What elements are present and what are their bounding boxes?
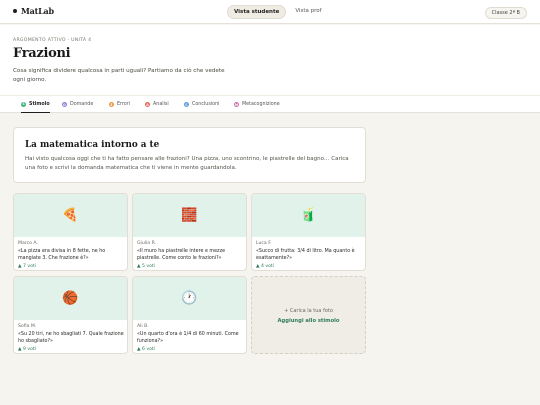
card-question: «Su 20 tiri, ne ho sbagliati 7. Quale fr… xyxy=(18,332,124,344)
upload-photo-card[interactable]: + Carica la tua foto Aggiungi allo stimo… xyxy=(251,276,366,354)
tab-metacognizione[interactable]: M Metacognizione xyxy=(234,96,280,113)
intro-text: Hai visto qualcosa oggi che ti ha fatto … xyxy=(25,156,349,171)
phase-tabs: S Stimolo D Domande E Errori A Analisi C… xyxy=(0,95,540,113)
pizza-icon: 🍕 xyxy=(14,194,127,237)
card-question: «La pizza era divisa in 8 fette, ne ho m… xyxy=(18,249,106,261)
class-selector[interactable]: Classe 2ª B xyxy=(484,7,527,19)
stimulus-grid: 🍕 Marco A. «La pizza era divisa in 8 fet… xyxy=(13,193,367,355)
tab-domande-dot-icon: D xyxy=(62,102,67,107)
brand-name: MatLab xyxy=(21,6,54,16)
page-description: Cosa significa dividere qualcosa in part… xyxy=(13,68,225,83)
top-bar: MatLab Vista studente Vista prof Classe … xyxy=(0,0,540,24)
tab-domande[interactable]: D Domande xyxy=(62,96,93,113)
unit-eyebrow: ARGOMENTO ATTIVO · UNITÀ 4 xyxy=(13,38,92,43)
card-question: «Succo di frutta: 3/4 di litro. Ma quant… xyxy=(256,249,355,261)
teacher-view-button[interactable]: Vista prof xyxy=(289,5,327,19)
intro-card: La matematica intorno a te Hai visto qua… xyxy=(13,127,366,183)
tab-label: Domande xyxy=(70,102,94,107)
card-author: Giulia R. xyxy=(137,241,157,246)
bricks-icon: 🧱 xyxy=(133,194,246,237)
tab-errori[interactable]: E Errori xyxy=(109,96,130,113)
vote-button[interactable]: ▲ 4 voti xyxy=(256,264,274,269)
tab-stimolo-dot-icon: S xyxy=(21,101,26,107)
tab-conclusioni-dot-icon: C xyxy=(184,102,189,107)
vote-button[interactable]: ▲ 7 voti xyxy=(18,264,36,269)
stimulus-card[interactable]: 🕐 Ali B. «Un quarto d'ora è 1/4 di 60 mi… xyxy=(132,276,247,354)
stimulus-card[interactable]: 🧱 Giulia R. «Il muro ha piastrelle inter… xyxy=(132,193,247,271)
tab-label: Conclusioni xyxy=(192,102,220,107)
card-author: Marco A. xyxy=(18,241,38,246)
tab-label: Stimolo xyxy=(29,101,50,107)
stimulus-card[interactable]: 🧃 Luca F. «Succo di frutta: 3/4 di litro… xyxy=(251,193,366,271)
upload-hint: + Carica la tua foto xyxy=(284,308,333,314)
tab-metacognizione-dot-icon: M xyxy=(234,102,239,107)
card-author: Ali B. xyxy=(137,324,149,329)
intro-title: La matematica intorno a te xyxy=(25,140,160,150)
page-title: Frazioni xyxy=(13,46,71,61)
tab-stimolo[interactable]: S Stimolo xyxy=(21,96,50,113)
tab-label: Metacognizione xyxy=(242,102,280,107)
card-author: Luca F. xyxy=(256,241,272,246)
card-question: «Un quarto d'ora è 1/4 di 60 minuti. Com… xyxy=(137,332,239,344)
tab-errori-dot-icon: E xyxy=(109,102,114,107)
vote-button[interactable]: ▲ 5 voti xyxy=(137,264,155,269)
vote-button[interactable]: ▲ 6 voti xyxy=(137,347,155,352)
brand-logo-icon xyxy=(13,9,17,13)
clock-icon: 🕐 xyxy=(133,277,246,320)
juice-box-icon: 🧃 xyxy=(252,194,365,237)
tab-label: Analisi xyxy=(153,102,169,107)
brand[interactable]: MatLab xyxy=(13,6,54,16)
tab-analisi[interactable]: A Analisi xyxy=(145,96,169,113)
stimulus-card[interactable]: 🍕 Marco A. «La pizza era divisa in 8 fet… xyxy=(13,193,128,271)
view-toggle: Vista studente Vista prof xyxy=(227,5,328,19)
tab-analisi-dot-icon: A xyxy=(145,102,150,107)
student-view-button[interactable]: Vista studente xyxy=(227,5,287,19)
vote-button[interactable]: ▲ 9 voti xyxy=(18,347,36,352)
tab-conclusioni[interactable]: C Conclusioni xyxy=(184,96,219,113)
stimulus-card[interactable]: 🏀 Sofia M. «Su 20 tiri, ne ho sbagliati … xyxy=(13,276,128,354)
page-header: ARGOMENTO ATTIVO · UNITÀ 4 Frazioni Cosa… xyxy=(0,25,540,95)
card-question: «Il muro ha piastrelle intere e mezze pi… xyxy=(137,249,226,261)
add-to-stimulus-link[interactable]: Aggiungi allo stimolo xyxy=(252,318,365,324)
card-author: Sofia M. xyxy=(18,324,37,329)
basketball-icon: 🏀 xyxy=(14,277,127,320)
tab-label: Errori xyxy=(117,102,131,107)
